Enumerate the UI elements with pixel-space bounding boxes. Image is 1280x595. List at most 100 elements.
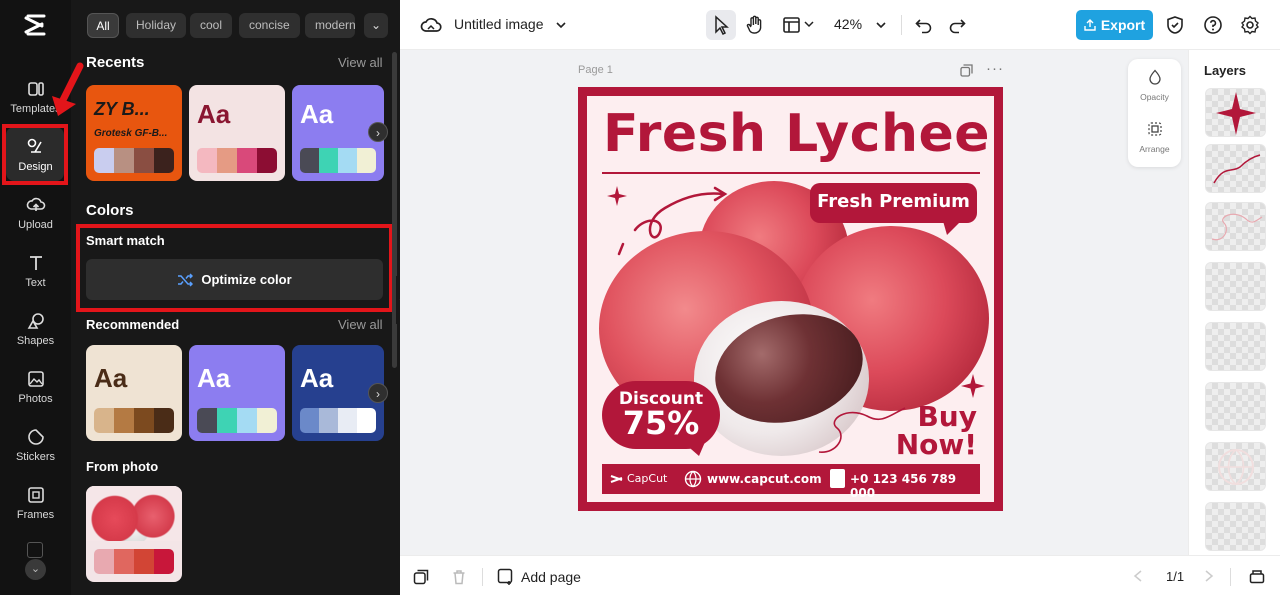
layout-dropdown-icon[interactable]	[804, 19, 814, 29]
cta-now[interactable]: Now!	[877, 428, 977, 461]
headline-underline	[602, 172, 980, 174]
rail-item-shapes[interactable]: Shapes	[0, 301, 71, 357]
layer-swirl-line[interactable]	[1205, 202, 1266, 251]
discount-tail	[683, 442, 705, 456]
arrange-tool[interactable]: Arrange	[1128, 121, 1181, 161]
rail-item-stickers[interactable]: Stickers	[0, 417, 71, 473]
discount-bubble[interactable]: Discount 75%	[602, 381, 720, 449]
add-page-label: Add page	[521, 569, 581, 585]
arrange-icon	[1147, 122, 1162, 136]
recommended-view-all[interactable]: View all	[338, 317, 383, 332]
design-headline[interactable]: Fresh Lychee	[603, 104, 990, 164]
frames-icon	[27, 487, 44, 503]
layout-icon[interactable]	[781, 14, 803, 36]
rail-item-text[interactable]: Text	[0, 243, 71, 299]
design-panel: All Holiday cool concise modern ⌄ Recent…	[71, 0, 400, 595]
from-photo-title: From photo	[86, 459, 159, 474]
trash-icon[interactable]	[451, 569, 467, 585]
chip-holiday[interactable]: Holiday	[126, 13, 187, 38]
shield-icon[interactable]	[1164, 14, 1186, 36]
undo-icon[interactable]	[913, 14, 935, 36]
bottom-divider	[482, 568, 483, 586]
chevron-down-icon[interactable]	[555, 19, 567, 31]
chip-cool[interactable]: cool	[190, 13, 233, 38]
recommended-card-1[interactable]: Aa	[86, 345, 182, 441]
collapse-rail-button[interactable]: ⌄	[25, 559, 46, 580]
recents-next-button[interactable]: ›	[368, 122, 388, 142]
export-button[interactable]: Export	[1076, 10, 1153, 40]
layer-sparkle[interactable]	[1205, 88, 1266, 137]
hand-tool-icon[interactable]	[744, 14, 766, 36]
chip-all[interactable]: All	[87, 13, 119, 38]
capcut-logo[interactable]	[22, 12, 48, 38]
page-more-icon[interactable]: ···	[986, 60, 1004, 77]
recents-title: Recents	[86, 54, 145, 71]
redo-icon[interactable]	[946, 14, 968, 36]
badge-tail	[943, 221, 961, 235]
upload-icon	[26, 197, 45, 211]
document-title[interactable]: Untitled image	[454, 16, 544, 32]
color-swatches	[300, 148, 376, 173]
recommended-title: Recommended	[86, 317, 180, 332]
layers-panel: Layers	[1188, 50, 1280, 555]
sparkle-icon	[1216, 92, 1256, 135]
layer-phone[interactable]	[1205, 322, 1266, 371]
highlight-design-box	[2, 124, 68, 185]
footer-phone: +0 123 456 789 000	[850, 472, 957, 500]
layer-swirl-arrow[interactable]	[1205, 144, 1266, 193]
design-background: Fresh Lychee Fresh Premium Discount 75%	[587, 96, 994, 502]
capcut-brand-icon	[610, 475, 623, 483]
pages-panel-icon[interactable]	[1249, 568, 1265, 584]
colors-title: Colors	[86, 202, 134, 219]
color-swatches	[94, 148, 174, 173]
phone-icon	[830, 469, 845, 488]
add-page-button[interactable]: Add page	[497, 566, 581, 588]
settings-gear-icon[interactable]	[1239, 14, 1261, 36]
recents-view-all[interactable]: View all	[338, 55, 383, 70]
opacity-tool[interactable]: Opacity	[1128, 69, 1181, 109]
color-swatches	[94, 549, 174, 574]
cloud-sync-icon[interactable]	[420, 14, 442, 36]
opacity-label: Opacity	[1140, 92, 1169, 102]
fresh-premium-badge[interactable]: Fresh Premium	[810, 183, 977, 223]
recommended-card-2[interactable]: Aa	[189, 345, 285, 441]
chips-expand-button[interactable]: ⌄	[364, 13, 388, 38]
footer-website: www.capcut.com	[707, 472, 822, 486]
export-label: Export	[1100, 17, 1146, 33]
page-label: Page 1	[578, 64, 613, 76]
duplicate-icon[interactable]	[413, 569, 429, 585]
design-canvas[interactable]: Fresh Lychee Fresh Premium Discount 75%	[578, 87, 1003, 511]
rail-item-upload[interactable]: Upload	[0, 185, 71, 241]
arrange-label: Arrange	[1139, 144, 1170, 154]
prev-page-icon[interactable]	[1133, 570, 1143, 582]
annotation-arrow-design	[52, 62, 84, 116]
zoom-level[interactable]: 42%	[834, 16, 862, 32]
layer-6[interactable]	[1205, 382, 1266, 431]
card-preview-text: Aa	[300, 99, 334, 129]
chip-modern[interactable]: modern	[305, 13, 355, 38]
layer-globe[interactable]	[1205, 442, 1266, 491]
duplicate-page-icon[interactable]	[960, 64, 973, 77]
sparkle-decoration	[961, 374, 985, 398]
from-photo-card[interactable]	[86, 486, 182, 582]
highlight-smart-match-box	[76, 224, 393, 312]
rail-item-frames[interactable]: Frames	[0, 475, 71, 531]
mini-tool-palette: Opacity Arrange	[1128, 59, 1181, 167]
apps-icon[interactable]	[27, 542, 43, 558]
next-page-icon[interactable]	[1204, 570, 1214, 582]
color-swatches	[197, 148, 277, 173]
recent-card-1[interactable]: ZY B... Grotesk GF-B...	[86, 85, 182, 181]
recent-card-2[interactable]: Aa	[189, 85, 285, 181]
rail-label: Stickers	[15, 451, 56, 463]
layer-4[interactable]	[1205, 262, 1266, 311]
rail-item-photos[interactable]: Photos	[0, 359, 71, 415]
help-icon[interactable]	[1202, 14, 1224, 36]
chip-concise[interactable]: concise	[239, 13, 300, 38]
recommended-next-button[interactable]: ›	[368, 383, 388, 403]
select-tool-button[interactable]	[706, 10, 736, 40]
bottom-bar: Add page 1/1	[400, 555, 1280, 595]
layer-8[interactable]	[1205, 502, 1266, 551]
zoom-dropdown-icon[interactable]	[875, 19, 887, 31]
card-preview-text: Aa	[300, 363, 334, 393]
swirl-line-icon	[1211, 213, 1263, 241]
